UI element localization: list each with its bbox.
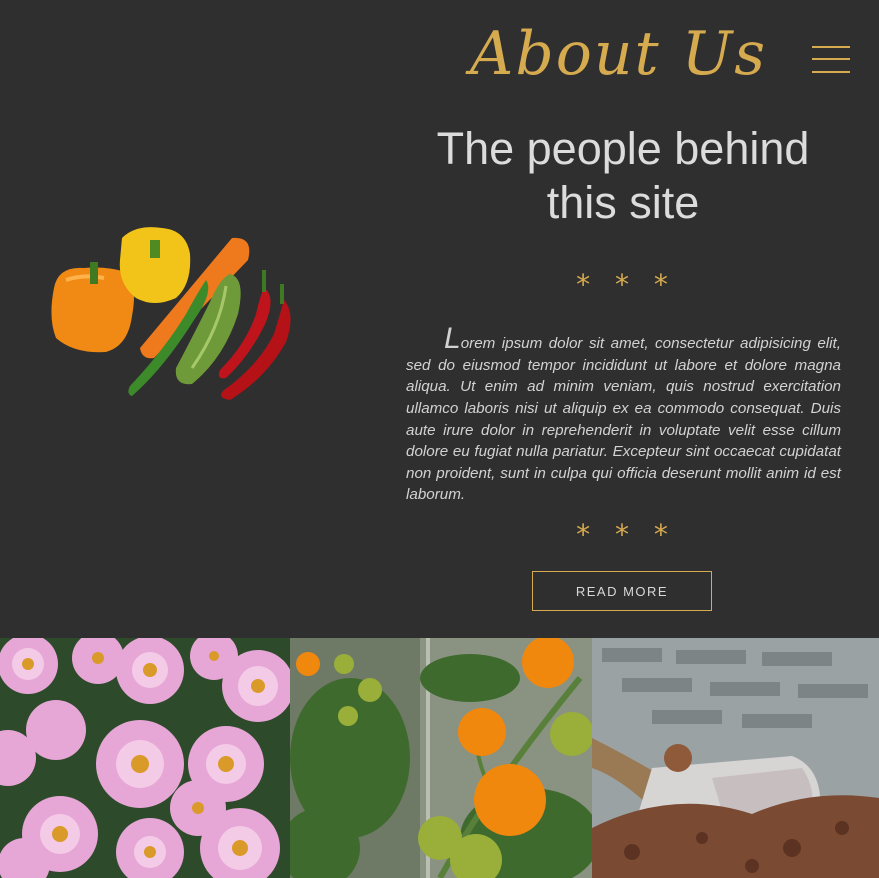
menu-line bbox=[812, 58, 850, 60]
vegetables-image bbox=[44, 218, 300, 408]
shovel-soil-photo bbox=[592, 638, 879, 878]
read-more-button[interactable]: READ MORE bbox=[532, 571, 712, 611]
intro-paragraph: Lorem ipsum dolor sit amet, consectetur … bbox=[406, 322, 841, 504]
menu-line bbox=[812, 46, 850, 48]
about-page: About Us The people behind this site * *… bbox=[0, 0, 879, 878]
menu-line bbox=[812, 71, 850, 73]
tomatoes-photo bbox=[290, 638, 592, 878]
brand-title[interactable]: About Us bbox=[470, 16, 770, 92]
divider-stars: * * * bbox=[576, 518, 676, 551]
page-heading: The people behind this site bbox=[436, 123, 810, 228]
divider-stars: * * * bbox=[576, 268, 676, 301]
hamburger-menu-icon[interactable] bbox=[812, 44, 850, 74]
pink-flowers-photo bbox=[0, 638, 290, 878]
